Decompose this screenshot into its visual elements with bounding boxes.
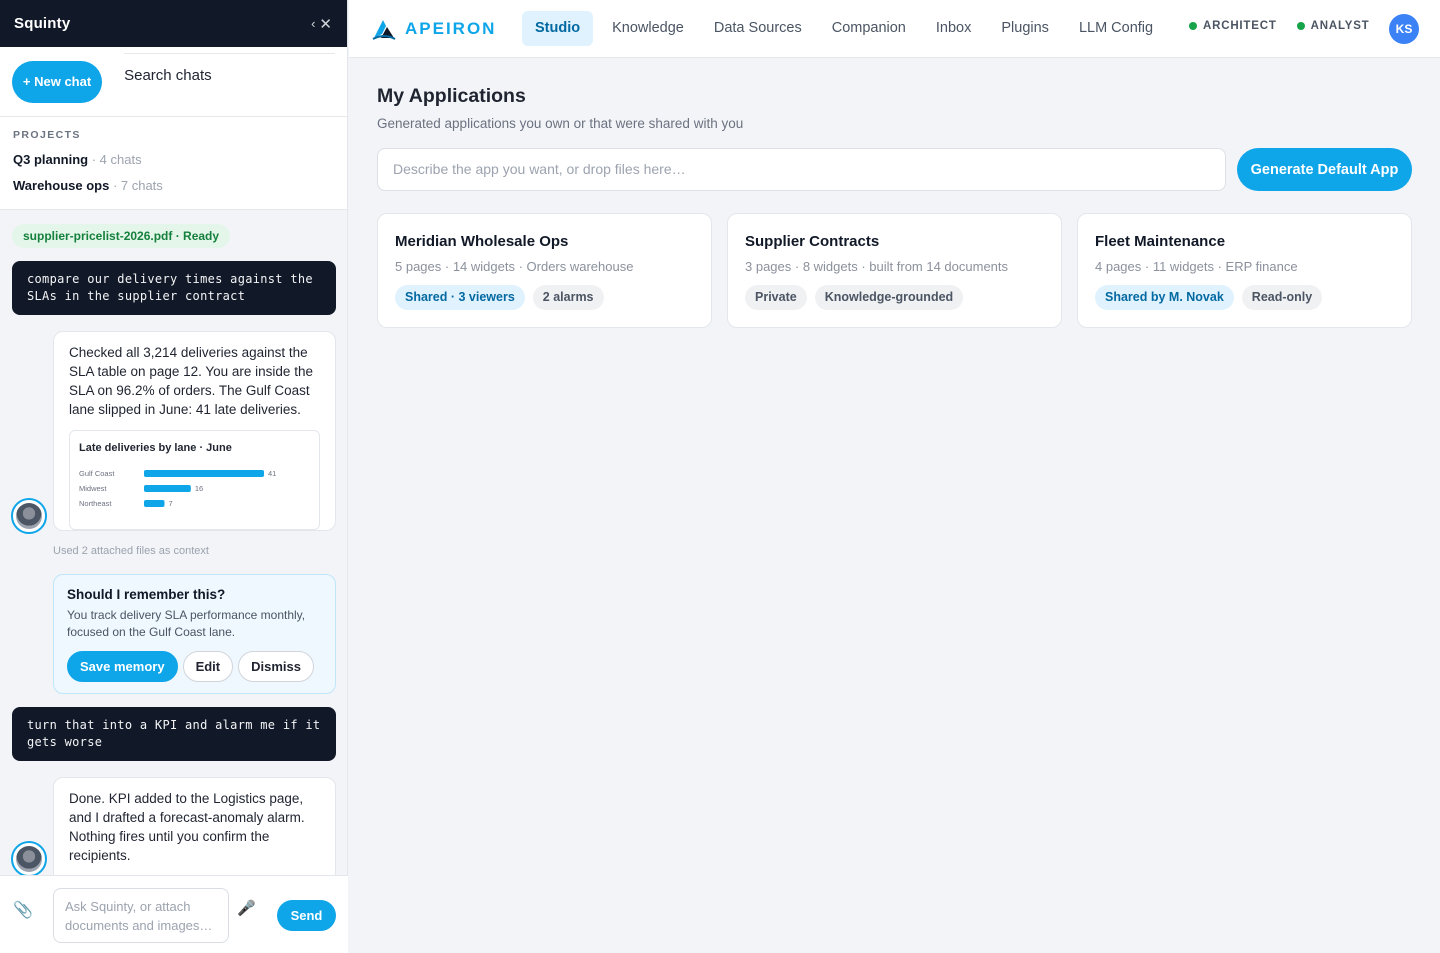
nav-inbox[interactable]: Inbox — [921, 11, 986, 46]
page-subtitle: Generated applications you own or that w… — [377, 116, 744, 131]
app-title: Meridian Wholesale Ops — [395, 233, 569, 250]
bar-value-label: 41 — [268, 469, 276, 478]
alarms-badge: 2 alarms — [532, 285, 604, 310]
app-tags: Shared by M. Novak Read-only — [1095, 285, 1394, 310]
visibility-badge: Private — [745, 285, 807, 310]
assistant-face-icon — [16, 503, 42, 529]
project-name: Warehouse ops — [13, 178, 110, 193]
assistant-message: Checked all 3,214 deliveries against the… — [53, 331, 336, 531]
brand-logo[interactable]: APEIRON — [371, 16, 496, 42]
microphone-icon[interactable]: 🎤 — [237, 899, 256, 917]
nav-llm-config[interactable]: LLM Config — [1064, 11, 1168, 46]
nav-data-sources[interactable]: Data Sources — [699, 11, 817, 46]
role-label: ANALYST — [1310, 20, 1370, 32]
chat-composer: 📎 Ask Squinty, or attach documents and i… — [0, 875, 348, 953]
brand-name: APEIRON — [405, 19, 497, 38]
memory-prompt: Should I remember this? You track delive… — [53, 574, 336, 694]
late-deliveries-chart: Late deliveries by lane · June Gulf Coas… — [69, 430, 320, 530]
grounding-badge: Knowledge-grounded — [814, 285, 964, 310]
nav-companion[interactable]: Companion — [817, 11, 921, 46]
project-name: Q3 planning — [13, 152, 89, 167]
nav-knowledge[interactable]: Knowledge — [597, 11, 699, 46]
user-message: compare our delivery times against the S… — [12, 261, 336, 315]
role-architect[interactable]: ARCHITECT — [1189, 20, 1277, 32]
assistant-avatar — [11, 841, 47, 875]
project-item[interactable]: Warehouse ops · 7 chats — [13, 178, 334, 193]
edit-memory-button[interactable]: Edit — [182, 651, 234, 682]
assistant-message: Done. KPI added to the Logistics page, a… — [53, 777, 336, 875]
projects-label: PROJECTS — [13, 129, 81, 141]
bar — [144, 470, 264, 477]
sidebar-actions: + New chat Search chats — [0, 47, 347, 117]
user-message: turn that into a KPI and alarm me if it … — [12, 707, 336, 761]
nav-studio[interactable]: Studio — [522, 11, 594, 46]
memory-actions: Save memory Edit Dismiss — [67, 651, 322, 682]
projects-section: PROJECTS Q3 planning · 4 chats Warehouse… — [0, 117, 347, 210]
bar — [144, 500, 165, 507]
chat-sidebar: Squinty ‹ ✕ + New chat Search chats PROJ… — [0, 0, 348, 953]
bar-category-label: Northeast — [79, 499, 112, 508]
generate-default-app-button[interactable]: Generate Default App — [1237, 148, 1412, 191]
permission-badge: Read-only — [1241, 285, 1323, 310]
chart-title: Late deliveries by lane · June — [79, 442, 232, 454]
app-title: Fleet Maintenance — [1095, 233, 1226, 250]
search-chats-input[interactable]: Search chats — [124, 52, 335, 97]
assistant-message-text: Checked all 3,214 deliveries against the… — [69, 345, 313, 417]
app-tags: Shared · 3 viewers 2 alarms — [395, 285, 694, 310]
attached-file-status[interactable]: supplier-pricelist-2026.pdf · Ready — [12, 224, 231, 248]
project-item[interactable]: Q3 planning · 4 chats — [13, 152, 334, 167]
assistant-avatar — [11, 498, 47, 534]
page-title: My Applications — [377, 85, 526, 107]
send-button[interactable]: Send — [277, 900, 336, 931]
bar-value-label: 7 — [168, 499, 172, 508]
sharing-badge: Shared by M. Novak — [1095, 285, 1234, 310]
save-memory-button[interactable]: Save memory — [67, 651, 178, 682]
bar-value-label: 16 — [195, 484, 203, 493]
chat-thread[interactable]: supplier-pricelist-2026.pdf · Ready comp… — [0, 210, 348, 875]
app-card[interactable]: Supplier Contracts 3 pages · 8 widgets ·… — [727, 213, 1062, 328]
bar-category-label: Gulf Coast — [79, 469, 115, 478]
app-meta: 4 pages · 11 widgets · ERP finance — [1095, 259, 1298, 274]
app-tags: Private Knowledge-grounded — [745, 285, 1044, 310]
chevron-left-icon: ‹ — [311, 16, 316, 31]
bar — [144, 485, 191, 492]
memory-title: Should I remember this? — [67, 587, 226, 602]
app-title: Supplier Contracts — [745, 233, 880, 250]
top-navigation: APEIRON Studio Knowledge Data Sources Co… — [349, 0, 1440, 58]
dismiss-memory-button[interactable]: Dismiss — [238, 651, 314, 682]
nav-plugins[interactable]: Plugins — [986, 11, 1064, 46]
assistant-face-icon — [16, 846, 42, 872]
app-card[interactable]: Fleet Maintenance 4 pages · 11 widgets ·… — [1077, 213, 1412, 328]
bar-category-label: Midwest — [79, 484, 107, 493]
main-nav: Studio Knowledge Data Sources Companion … — [522, 11, 1168, 46]
app-card[interactable]: Meridian Wholesale Ops 5 pages · 14 widg… — [377, 213, 712, 328]
memory-body: You track delivery SLA performance month… — [67, 608, 306, 639]
paperclip-icon[interactable]: 📎 — [13, 900, 33, 920]
role-analyst[interactable]: ANALYST — [1296, 20, 1370, 32]
status-dot-icon — [1296, 22, 1305, 30]
sidebar-header: Squinty ‹ ✕ — [0, 0, 347, 47]
new-chat-button[interactable]: + New chat — [12, 60, 103, 103]
context-note: Used 2 attached files as context — [53, 545, 209, 557]
application-cards: Meridian Wholesale Ops 5 pages · 14 widg… — [377, 213, 1412, 328]
project-chat-count: · 7 chats — [109, 178, 163, 193]
close-icon: ✕ — [319, 15, 332, 33]
project-chat-count: · 4 chats — [88, 152, 142, 167]
role-label: ARCHITECT — [1203, 20, 1277, 32]
assistant-name: Squinty — [14, 15, 71, 32]
apeiron-logo-icon — [372, 20, 396, 40]
app-meta: 5 pages · 14 widgets · Orders warehouse — [395, 259, 634, 274]
applications-page: My Applications Generated applications y… — [349, 59, 1440, 953]
app-meta: 3 pages · 8 widgets · built from 14 docu… — [745, 259, 1009, 274]
app-description-input[interactable]: Describe the app you want, or drop files… — [377, 148, 1226, 191]
sharing-badge: Shared · 3 viewers — [395, 285, 525, 310]
collapse-sidebar-button[interactable]: ‹ ✕ — [311, 15, 332, 33]
user-avatar[interactable]: KS — [1389, 14, 1419, 44]
role-indicators: ARCHITECT ANALYST — [1189, 20, 1370, 32]
bar-chart: Gulf Coast 41 Midwest 16 Northeast 7 — [79, 469, 276, 508]
status-dot-icon — [1189, 22, 1197, 30]
assistant-message-text: Done. KPI added to the Logistics page, a… — [69, 791, 305, 863]
chat-input[interactable]: Ask Squinty, or attach documents and ima… — [53, 888, 229, 943]
